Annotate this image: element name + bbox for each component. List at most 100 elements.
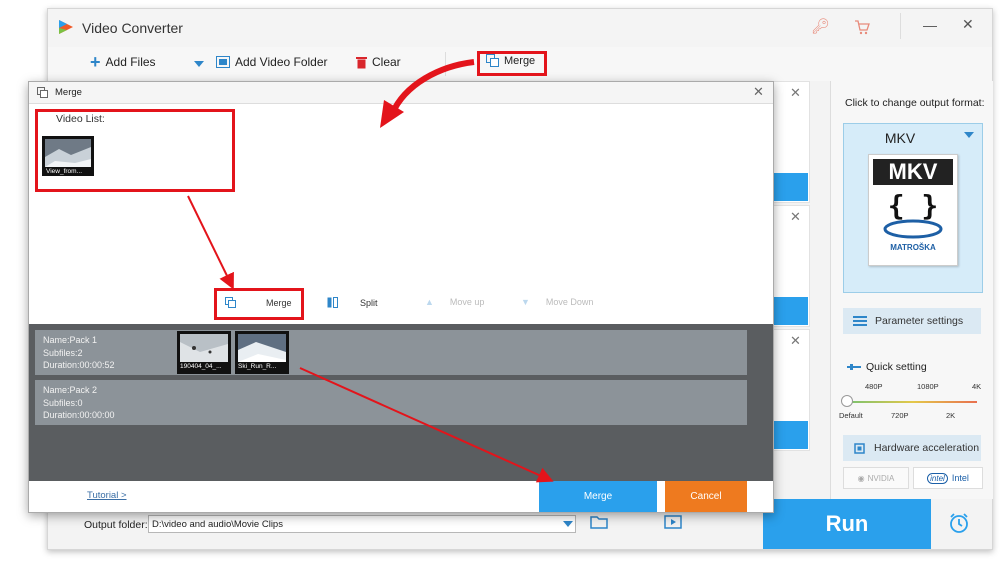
annotation-box-video-list xyxy=(35,109,235,192)
remove-item-icon[interactable]: ✕ xyxy=(790,333,801,349)
intel-label: Intel xyxy=(951,473,969,483)
convert-item-button[interactable] xyxy=(774,297,808,325)
add-files-label: Add Files xyxy=(105,55,156,69)
mkv-icon-text: MKV xyxy=(873,159,953,185)
dialog-title: Merge xyxy=(55,87,82,98)
dialog-footer: Tutorial > Merge Cancel xyxy=(29,481,773,512)
tutorial-link[interactable]: Tutorial > xyxy=(87,490,127,501)
minimize-icon[interactable]: — xyxy=(923,17,937,33)
pack-name: Name:Pack 1 xyxy=(43,335,98,345)
parameter-settings-label: Parameter settings xyxy=(875,315,964,327)
alarm-clock-icon[interactable] xyxy=(948,512,970,534)
plus-icon: + xyxy=(90,52,101,72)
quality-label-1080p: 1080P xyxy=(917,382,939,391)
format-name: MKV xyxy=(884,130,916,146)
pack-info: Name:Pack 1 Subfiles:2 Duration:00:00:52 xyxy=(43,334,115,372)
quality-slider-track[interactable] xyxy=(849,401,977,403)
output-folder-value: D:\video and audio\Movie Clips xyxy=(152,519,283,530)
pack-subfiles: Subfiles:2 xyxy=(43,347,83,358)
hardware-acceleration-label: Hardware acceleration xyxy=(874,442,980,454)
nvidia-label: NVIDIA xyxy=(867,473,895,483)
pack-duration: Duration:00:00:00 xyxy=(43,410,115,420)
add-files-dropdown-icon[interactable] xyxy=(194,61,204,67)
split-button[interactable]: Split xyxy=(327,297,378,308)
add-files-button[interactable]: + Add Files xyxy=(90,52,156,72)
intel-logo-icon: intel xyxy=(927,472,948,484)
merge-packs-area: Name:Pack 1 Subfiles:2 Duration:00:00:52… xyxy=(29,324,773,481)
pack-subfiles: Subfiles:0 xyxy=(43,397,83,408)
mkv-format-icon: MKV { } MATROŠKA xyxy=(868,154,958,266)
pack-thumbnail-name: 190404_04_... xyxy=(180,363,222,370)
title-divider xyxy=(900,13,901,39)
hardware-acceleration-button[interactable]: Hardware acceleration xyxy=(843,435,981,461)
convert-item-button[interactable] xyxy=(774,421,808,449)
add-video-folder-label: Add Video Folder xyxy=(235,55,328,69)
format-dropdown-icon[interactable] xyxy=(964,132,974,138)
pack-thumbnail[interactable]: 190404_04_... xyxy=(177,331,231,374)
trash-icon xyxy=(356,56,367,68)
output-folder-field[interactable]: D:\video and audio\Movie Clips xyxy=(148,515,576,533)
move-up-button[interactable]: ▲ Move up xyxy=(425,297,484,307)
change-format-label: Click to change output format: xyxy=(845,97,985,109)
remove-item-icon[interactable]: ✕ xyxy=(790,209,801,225)
quick-setting-label: Quick setting xyxy=(847,361,927,373)
quality-label-default: Default xyxy=(839,411,863,420)
mkv-icon-subtext: MATROŠKA xyxy=(890,243,936,252)
annotation-box-merge-toolbar xyxy=(477,51,547,76)
remove-item-icon[interactable]: ✕ xyxy=(790,85,801,101)
quality-label-480p: 480P xyxy=(865,382,883,391)
dialog-close-icon[interactable]: ✕ xyxy=(753,84,764,100)
pack-row[interactable]: Name:Pack 1 Subfiles:2 Duration:00:00:52… xyxy=(35,330,747,375)
merge-dialog-icon xyxy=(37,87,48,98)
matroska-swoosh-icon xyxy=(883,219,943,239)
dialog-merge-confirm-button[interactable]: Merge xyxy=(539,481,657,512)
clear-label: Clear xyxy=(372,55,401,69)
intel-option[interactable]: intel Intel xyxy=(913,467,983,489)
annotation-box-merge-tool xyxy=(214,288,304,320)
chip-icon xyxy=(854,442,865,454)
dialog-cancel-button[interactable]: Cancel xyxy=(665,481,747,512)
output-settings-panel: Click to change output format: MKV MKV {… xyxy=(830,81,993,499)
convert-item-button[interactable] xyxy=(774,173,808,201)
pack-info: Name:Pack 2 Subfiles:0 Duration:00:00:00 xyxy=(43,384,115,422)
pack-thumbnail[interactable]: Ski_Run_R... xyxy=(235,331,289,374)
app-title: Video Converter xyxy=(82,20,183,36)
output-folder-label: Output folder: xyxy=(84,519,148,531)
arrow-up-icon: ▲ xyxy=(425,297,434,307)
video-folder-icon[interactable] xyxy=(664,514,682,530)
key-icon[interactable]: 🔑︎ xyxy=(811,17,830,35)
parameter-settings-button[interactable]: Parameter settings xyxy=(843,308,981,334)
pack-thumbnail-image xyxy=(238,334,286,362)
cart-icon[interactable] xyxy=(854,19,870,35)
sliders-icon xyxy=(853,316,867,326)
add-video-folder-button[interactable]: Add Video Folder xyxy=(216,55,328,69)
nvidia-logo-icon: ◉ xyxy=(857,473,865,483)
arrow-down-icon: ▼ xyxy=(521,297,530,307)
nvidia-option[interactable]: ◉ NVIDIA xyxy=(843,467,909,489)
quality-slider-knob[interactable] xyxy=(841,395,853,407)
app-logo-icon xyxy=(59,20,73,34)
title-bar: Video Converter 🔑︎ — ✕ xyxy=(48,9,992,47)
pack-name: Name:Pack 2 xyxy=(43,385,98,395)
quick-setting-text: Quick setting xyxy=(866,361,927,373)
run-button[interactable]: Run xyxy=(763,499,931,549)
output-format-selector[interactable]: MKV MKV { } MATROŠKA xyxy=(843,123,983,293)
clear-button[interactable]: Clear xyxy=(356,55,401,69)
quality-label-4k: 4K xyxy=(972,382,982,391)
pack-thumbnail-name: Ski_Run_R... xyxy=(238,363,277,370)
move-down-button[interactable]: ▼ Move Down xyxy=(521,297,593,307)
folder-icon xyxy=(216,56,230,68)
pack-duration: Duration:00:00:52 xyxy=(43,360,115,370)
output-folder-dropdown-icon[interactable] xyxy=(563,521,573,527)
pack-row[interactable]: Name:Pack 2 Subfiles:0 Duration:00:00:00 xyxy=(35,380,747,425)
quality-label-2k: 2K xyxy=(946,411,956,420)
move-down-label: Move Down xyxy=(545,297,594,307)
move-up-label: Move up xyxy=(449,297,485,307)
toolbar-divider xyxy=(445,52,446,76)
close-icon[interactable]: ✕ xyxy=(962,16,974,33)
dialog-title-bar: Merge ✕ xyxy=(29,82,773,104)
pack-thumbnail-image xyxy=(180,334,228,362)
quick-setting-icon xyxy=(847,364,861,370)
split-label: Split xyxy=(360,297,378,308)
open-folder-icon[interactable] xyxy=(590,514,608,530)
